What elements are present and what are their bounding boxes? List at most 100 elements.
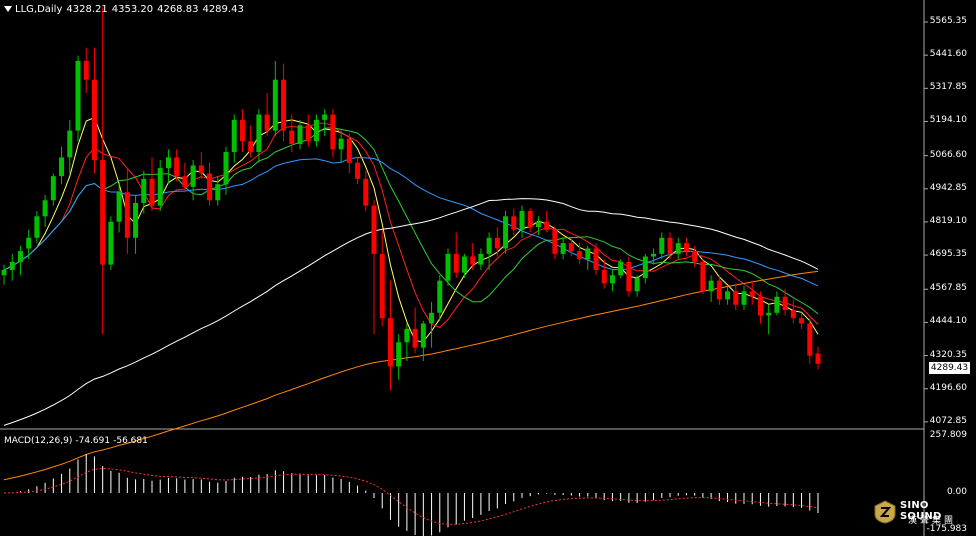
candle-body xyxy=(313,119,319,142)
candle-body xyxy=(289,130,295,144)
candle-body xyxy=(519,210,525,230)
candle-body xyxy=(9,261,15,270)
candle-body xyxy=(239,119,245,142)
candle-body xyxy=(782,296,788,311)
candle-body xyxy=(248,141,254,153)
candle-body xyxy=(692,251,698,262)
macd-tick-label: 257.809 xyxy=(929,430,967,440)
candle-body xyxy=(149,178,155,206)
candle-body xyxy=(379,253,385,319)
candle-body xyxy=(330,114,336,150)
candle-body xyxy=(478,253,484,265)
candle-body xyxy=(174,157,180,177)
candle-body xyxy=(552,229,558,254)
candle-body xyxy=(83,60,89,80)
macd-label: MACD(12,26,9) xyxy=(4,436,73,446)
candle-body xyxy=(231,119,237,153)
candle-body xyxy=(91,79,97,161)
candle-body xyxy=(651,253,657,257)
candle-body xyxy=(733,291,739,305)
price-tick-label: 4320.35 xyxy=(929,349,967,360)
candle-body xyxy=(133,202,139,238)
candle-body xyxy=(683,243,689,252)
candle-body xyxy=(190,165,196,187)
candle-body xyxy=(749,291,755,297)
candle-body xyxy=(305,125,311,142)
candle-body xyxy=(363,178,369,206)
candle-body xyxy=(544,221,550,230)
candle-body xyxy=(1,269,7,276)
candle-body xyxy=(124,192,130,238)
candle-body xyxy=(42,200,48,217)
candle-body xyxy=(609,275,615,284)
candle-body xyxy=(757,296,763,316)
candle-body xyxy=(494,237,500,249)
candle-body xyxy=(568,243,574,252)
price-tick-label: 5441.60 xyxy=(929,49,967,60)
candle-body xyxy=(355,162,361,179)
symbol-label: LLG,Daily xyxy=(15,4,63,15)
price-tick-label: 5317.85 xyxy=(929,82,967,93)
chart-header: LLG,Daily 4328.21 4353.20 4268.83 4289.43 xyxy=(4,4,248,15)
candle-body xyxy=(281,79,287,131)
macd-value-1: -74.691 xyxy=(75,436,111,446)
low-value: 4268.83 xyxy=(157,4,199,15)
candle-body xyxy=(59,157,65,177)
candle-body xyxy=(404,328,410,343)
price-tick-label: 4819.10 xyxy=(929,215,967,226)
candle-body xyxy=(429,312,435,324)
candle-body xyxy=(26,237,32,249)
candle-body xyxy=(503,216,509,249)
chart-canvas[interactable] xyxy=(0,0,976,536)
candle-body xyxy=(297,125,303,144)
candle-body xyxy=(387,318,393,367)
candle-body xyxy=(799,318,805,324)
candle-body xyxy=(371,205,377,254)
candle-body xyxy=(725,291,731,300)
candle-body xyxy=(215,184,221,201)
candle-body xyxy=(535,221,541,228)
candle-body xyxy=(815,353,821,364)
candle-body xyxy=(675,243,681,254)
dropdown-triangle-icon[interactable] xyxy=(4,6,12,12)
candle-body xyxy=(396,342,402,367)
candle-body xyxy=(601,269,607,284)
candle-body xyxy=(437,280,443,313)
price-tick-label: 5066.60 xyxy=(929,149,967,160)
candle-body xyxy=(461,256,467,273)
candle-body xyxy=(346,138,352,163)
candle-body xyxy=(453,253,459,273)
candle-body xyxy=(338,138,344,150)
candle-body xyxy=(223,152,229,185)
candle-body xyxy=(766,312,772,316)
candle-body xyxy=(67,130,73,158)
candle-body xyxy=(322,114,328,120)
candle-body xyxy=(75,60,81,131)
candle-body xyxy=(116,192,122,222)
price-tick-label: 5565.35 xyxy=(929,16,967,26)
price-tick-label: 4567.85 xyxy=(929,283,967,294)
candle-body xyxy=(157,168,163,206)
candle-body xyxy=(790,310,796,319)
candle-body xyxy=(445,253,451,281)
candle-body xyxy=(264,114,270,131)
candle-body xyxy=(618,261,624,276)
candle-body xyxy=(716,280,722,300)
candle-body xyxy=(470,256,476,265)
logo-chinese-text: 漢聲集團 xyxy=(908,516,957,526)
shield-logo-icon xyxy=(874,500,896,524)
candle-body xyxy=(659,237,665,254)
high-value: 4353.20 xyxy=(111,4,154,15)
close-value: 4289.43 xyxy=(202,4,244,15)
candle-body xyxy=(165,157,171,169)
candle-body xyxy=(207,173,213,201)
price-tick-label: 4196.60 xyxy=(929,382,967,393)
candle-body xyxy=(511,216,517,230)
candle-body xyxy=(50,176,56,201)
candle-body xyxy=(634,277,640,292)
candle-body xyxy=(667,237,673,254)
price-tick-label: 4444.10 xyxy=(929,316,967,327)
candle-body xyxy=(182,176,188,187)
candle-body xyxy=(486,237,492,254)
price-tick-label: 5194.10 xyxy=(929,115,967,126)
